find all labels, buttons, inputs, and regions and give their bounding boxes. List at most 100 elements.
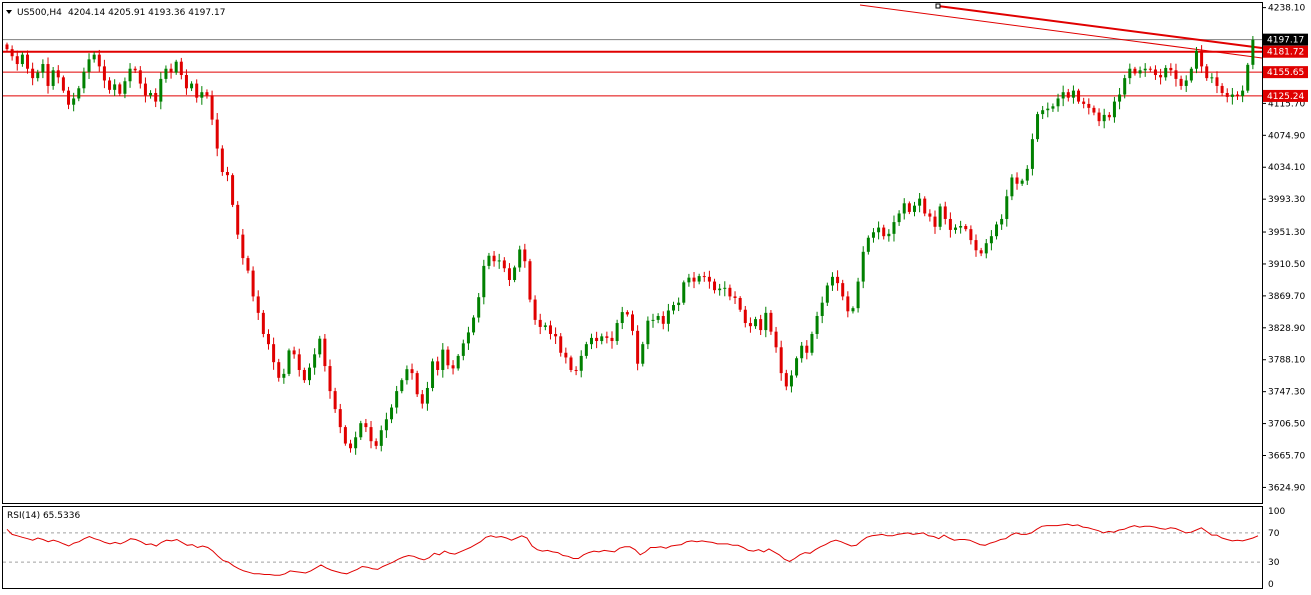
candle-body bbox=[487, 255, 491, 266]
candle-body bbox=[51, 70, 55, 86]
candle-body bbox=[707, 276, 711, 282]
candle-body bbox=[989, 236, 993, 244]
candle-body bbox=[1225, 92, 1229, 97]
candle-body bbox=[789, 375, 793, 387]
price-tick-label: 3665.70 bbox=[1268, 452, 1305, 462]
candle-body bbox=[261, 312, 265, 334]
candle-body bbox=[948, 218, 952, 230]
trendline-thick[interactable] bbox=[937, 5, 1263, 49]
candle-body bbox=[820, 302, 824, 316]
symbol-timeframe: US500,H4 bbox=[17, 8, 62, 18]
price-tick-label: 3993.30 bbox=[1268, 195, 1305, 205]
price-tick-label: 3706.50 bbox=[1268, 420, 1305, 430]
candle-body bbox=[918, 198, 922, 206]
candle-body bbox=[1174, 70, 1178, 79]
candle-body bbox=[938, 206, 942, 227]
candle-body bbox=[754, 319, 758, 327]
candle-body bbox=[236, 204, 240, 235]
candle-body bbox=[631, 314, 634, 331]
candle-body bbox=[31, 68, 35, 79]
candle-body bbox=[323, 338, 327, 367]
candle-body bbox=[861, 251, 865, 282]
candle-body bbox=[923, 198, 927, 214]
rsi-tick-label: 100 bbox=[1268, 507, 1285, 517]
price-tick-label: 3624.90 bbox=[1268, 483, 1305, 493]
candle-body bbox=[610, 337, 614, 342]
candle-body bbox=[87, 59, 91, 72]
candle-body bbox=[738, 297, 742, 310]
price-tick-label: 3828.90 bbox=[1268, 324, 1305, 334]
candle-body bbox=[231, 175, 235, 205]
candle-body bbox=[1159, 74, 1163, 78]
trendline-anchor-handle[interactable] bbox=[935, 3, 941, 9]
rsi-tick-label: 30 bbox=[1268, 558, 1280, 568]
candle-body bbox=[184, 74, 188, 89]
candle-body bbox=[477, 297, 481, 318]
symbol-dropdown-icon[interactable] bbox=[6, 10, 12, 14]
candle-body bbox=[26, 54, 30, 69]
candle-body bbox=[415, 373, 419, 395]
candle-body bbox=[102, 66, 106, 81]
candle-body bbox=[307, 367, 311, 381]
candle-body bbox=[246, 258, 250, 271]
candle-body bbox=[354, 437, 358, 449]
candle-body bbox=[1179, 78, 1183, 86]
candle-body bbox=[138, 70, 142, 84]
candle-body bbox=[451, 365, 455, 369]
candle-body bbox=[1118, 94, 1122, 102]
candle-body bbox=[1251, 39, 1255, 65]
candle-body bbox=[887, 233, 891, 237]
candle-body bbox=[318, 338, 322, 355]
candle-body bbox=[266, 333, 270, 345]
candle-body bbox=[513, 267, 517, 280]
candle-body bbox=[256, 296, 260, 313]
candle-body bbox=[97, 54, 101, 67]
candle-body bbox=[1138, 70, 1142, 74]
candle-body bbox=[41, 64, 45, 73]
candle-body bbox=[282, 373, 286, 378]
candle-body bbox=[1210, 77, 1214, 79]
candle-body bbox=[856, 281, 860, 309]
candle-body bbox=[374, 441, 378, 446]
candle-body bbox=[784, 373, 788, 387]
candle-body bbox=[666, 310, 670, 324]
candle-body bbox=[190, 83, 194, 89]
candle-body bbox=[446, 349, 450, 366]
candle-body bbox=[979, 250, 983, 254]
candle-body bbox=[1036, 114, 1040, 140]
candle-body bbox=[472, 317, 476, 333]
candle-body bbox=[507, 268, 511, 280]
candle-body bbox=[61, 77, 65, 91]
candle-body bbox=[297, 354, 301, 370]
candle-body bbox=[113, 84, 117, 90]
candle-body bbox=[159, 78, 163, 102]
candle-body bbox=[974, 240, 978, 251]
candle-body bbox=[359, 423, 363, 438]
candle-body bbox=[1205, 66, 1209, 79]
candle-body bbox=[154, 92, 158, 102]
candles bbox=[5, 36, 1255, 455]
indicator-pane-frame bbox=[2, 506, 1263, 589]
candle-body bbox=[1005, 196, 1009, 219]
price-tick-label: 3788.10 bbox=[1268, 356, 1305, 366]
candle-body bbox=[959, 226, 963, 228]
candle-body bbox=[1246, 64, 1250, 91]
candle-body bbox=[743, 309, 747, 324]
candle-body bbox=[866, 237, 870, 252]
candle-body bbox=[1112, 101, 1116, 118]
candle-body bbox=[1200, 50, 1204, 67]
candle-body bbox=[1056, 98, 1060, 107]
candle-body bbox=[36, 72, 40, 79]
candle-body bbox=[769, 312, 773, 332]
candle-body bbox=[77, 88, 81, 99]
candle-body bbox=[764, 312, 768, 331]
candle-body bbox=[482, 265, 486, 298]
candle-body bbox=[954, 227, 958, 230]
price-label-text: 4181.72 bbox=[1267, 48, 1304, 58]
candle-body bbox=[302, 369, 306, 381]
candle-body bbox=[871, 232, 875, 238]
candle-body bbox=[349, 443, 353, 449]
candle-body bbox=[841, 283, 845, 297]
candle-body bbox=[620, 312, 624, 324]
candle-body bbox=[518, 249, 522, 268]
